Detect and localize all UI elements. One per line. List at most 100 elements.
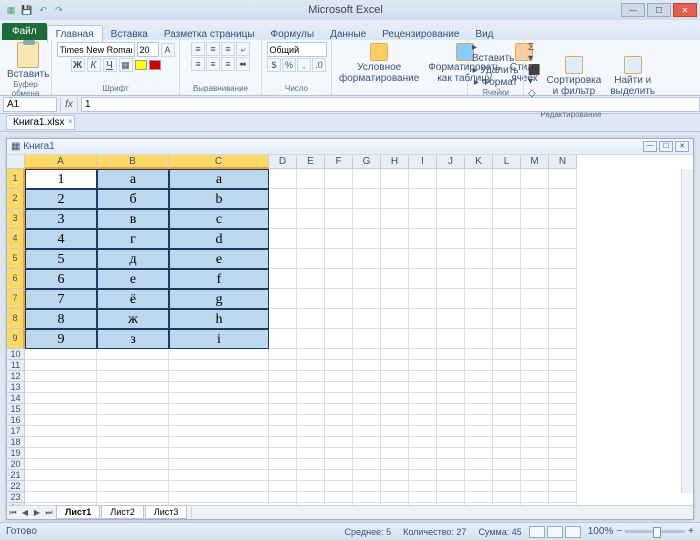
cell[interactable]: 3 (25, 209, 97, 229)
cell[interactable] (269, 437, 297, 448)
cell[interactable] (381, 426, 409, 437)
cell[interactable] (521, 415, 549, 426)
cell[interactable] (465, 309, 493, 329)
row-header[interactable]: 11 (7, 360, 25, 371)
cell[interactable] (97, 448, 169, 459)
currency-icon[interactable]: $ (267, 58, 281, 72)
cell[interactable] (381, 169, 409, 189)
cell[interactable] (325, 329, 353, 349)
cell[interactable] (353, 269, 381, 289)
cell[interactable] (521, 492, 549, 503)
cell[interactable] (521, 349, 549, 360)
cell[interactable] (409, 371, 437, 382)
cell[interactable] (25, 371, 97, 382)
cell[interactable]: b (169, 189, 269, 209)
cell[interactable] (493, 289, 521, 309)
cell[interactable] (493, 360, 521, 371)
cell[interactable] (325, 415, 353, 426)
row-header[interactable]: 20 (7, 459, 25, 470)
cell[interactable] (169, 393, 269, 404)
row-header[interactable]: 12 (7, 371, 25, 382)
zoom-in-button[interactable]: + (688, 526, 694, 537)
cell[interactable] (549, 393, 577, 404)
cell[interactable] (325, 503, 353, 505)
cell[interactable] (297, 470, 325, 481)
cell[interactable] (521, 393, 549, 404)
cell[interactable] (297, 448, 325, 459)
cell[interactable] (465, 492, 493, 503)
cell[interactable] (169, 371, 269, 382)
column-header[interactable]: D (269, 155, 297, 169)
autosum-button[interactable]: Σ ▾ (528, 42, 540, 64)
cell[interactable] (269, 371, 297, 382)
cell[interactable] (493, 481, 521, 492)
cell[interactable] (325, 189, 353, 209)
cell[interactable] (549, 309, 577, 329)
row-header[interactable]: 13 (7, 382, 25, 393)
cell[interactable] (549, 360, 577, 371)
inner-minimize-button[interactable]: — (643, 141, 657, 152)
cell[interactable] (409, 249, 437, 269)
cell[interactable]: c (169, 209, 269, 229)
cell[interactable]: g (169, 289, 269, 309)
bold-button[interactable]: Ж (71, 58, 85, 72)
workbook-tab[interactable]: Книга1.xlsx× (6, 115, 75, 130)
cell[interactable] (97, 459, 169, 470)
cell[interactable] (409, 459, 437, 470)
cell[interactable] (493, 426, 521, 437)
cell[interactable] (25, 404, 97, 415)
cell[interactable] (297, 360, 325, 371)
cell[interactable] (409, 169, 437, 189)
cell[interactable] (465, 393, 493, 404)
cell[interactable] (297, 229, 325, 249)
cell[interactable] (493, 382, 521, 393)
cell[interactable] (269, 289, 297, 309)
cell[interactable] (465, 329, 493, 349)
cell[interactable] (465, 209, 493, 229)
align-bot-icon[interactable]: ≡ (221, 42, 235, 56)
cell[interactable] (269, 415, 297, 426)
cell[interactable] (269, 481, 297, 492)
cell[interactable]: д (97, 249, 169, 269)
cell[interactable] (381, 249, 409, 269)
cell[interactable] (465, 470, 493, 481)
row-header[interactable]: 22 (7, 481, 25, 492)
cell[interactable] (493, 437, 521, 448)
cell[interactable] (325, 448, 353, 459)
row-header[interactable]: 5 (7, 249, 25, 269)
cell[interactable] (269, 269, 297, 289)
cell[interactable] (465, 229, 493, 249)
inc-dec-icon[interactable]: .0 (312, 58, 326, 72)
cell[interactable] (169, 382, 269, 393)
cell[interactable] (381, 470, 409, 481)
cell[interactable] (493, 329, 521, 349)
row-header[interactable]: 24 (7, 503, 25, 505)
cell[interactable] (269, 249, 297, 269)
cell[interactable] (465, 404, 493, 415)
cell[interactable] (97, 382, 169, 393)
cell[interactable] (297, 492, 325, 503)
cell[interactable] (269, 459, 297, 470)
cell[interactable] (353, 503, 381, 505)
cell[interactable] (269, 309, 297, 329)
increase-font-icon[interactable]: A (161, 43, 175, 57)
cell[interactable] (297, 426, 325, 437)
cell[interactable] (549, 189, 577, 209)
cell[interactable] (521, 481, 549, 492)
cell[interactable] (381, 382, 409, 393)
cell[interactable] (493, 169, 521, 189)
cell[interactable]: 4 (25, 229, 97, 249)
cell[interactable] (269, 329, 297, 349)
cell[interactable] (353, 349, 381, 360)
cell[interactable] (409, 415, 437, 426)
cell[interactable] (97, 393, 169, 404)
cell[interactable] (437, 404, 465, 415)
cell[interactable]: h (169, 309, 269, 329)
cell[interactable] (297, 349, 325, 360)
cell[interactable] (493, 393, 521, 404)
cell[interactable] (25, 382, 97, 393)
cell[interactable] (381, 503, 409, 505)
cell[interactable] (353, 189, 381, 209)
cell[interactable] (409, 437, 437, 448)
save-icon[interactable]: 💾 (20, 3, 34, 17)
